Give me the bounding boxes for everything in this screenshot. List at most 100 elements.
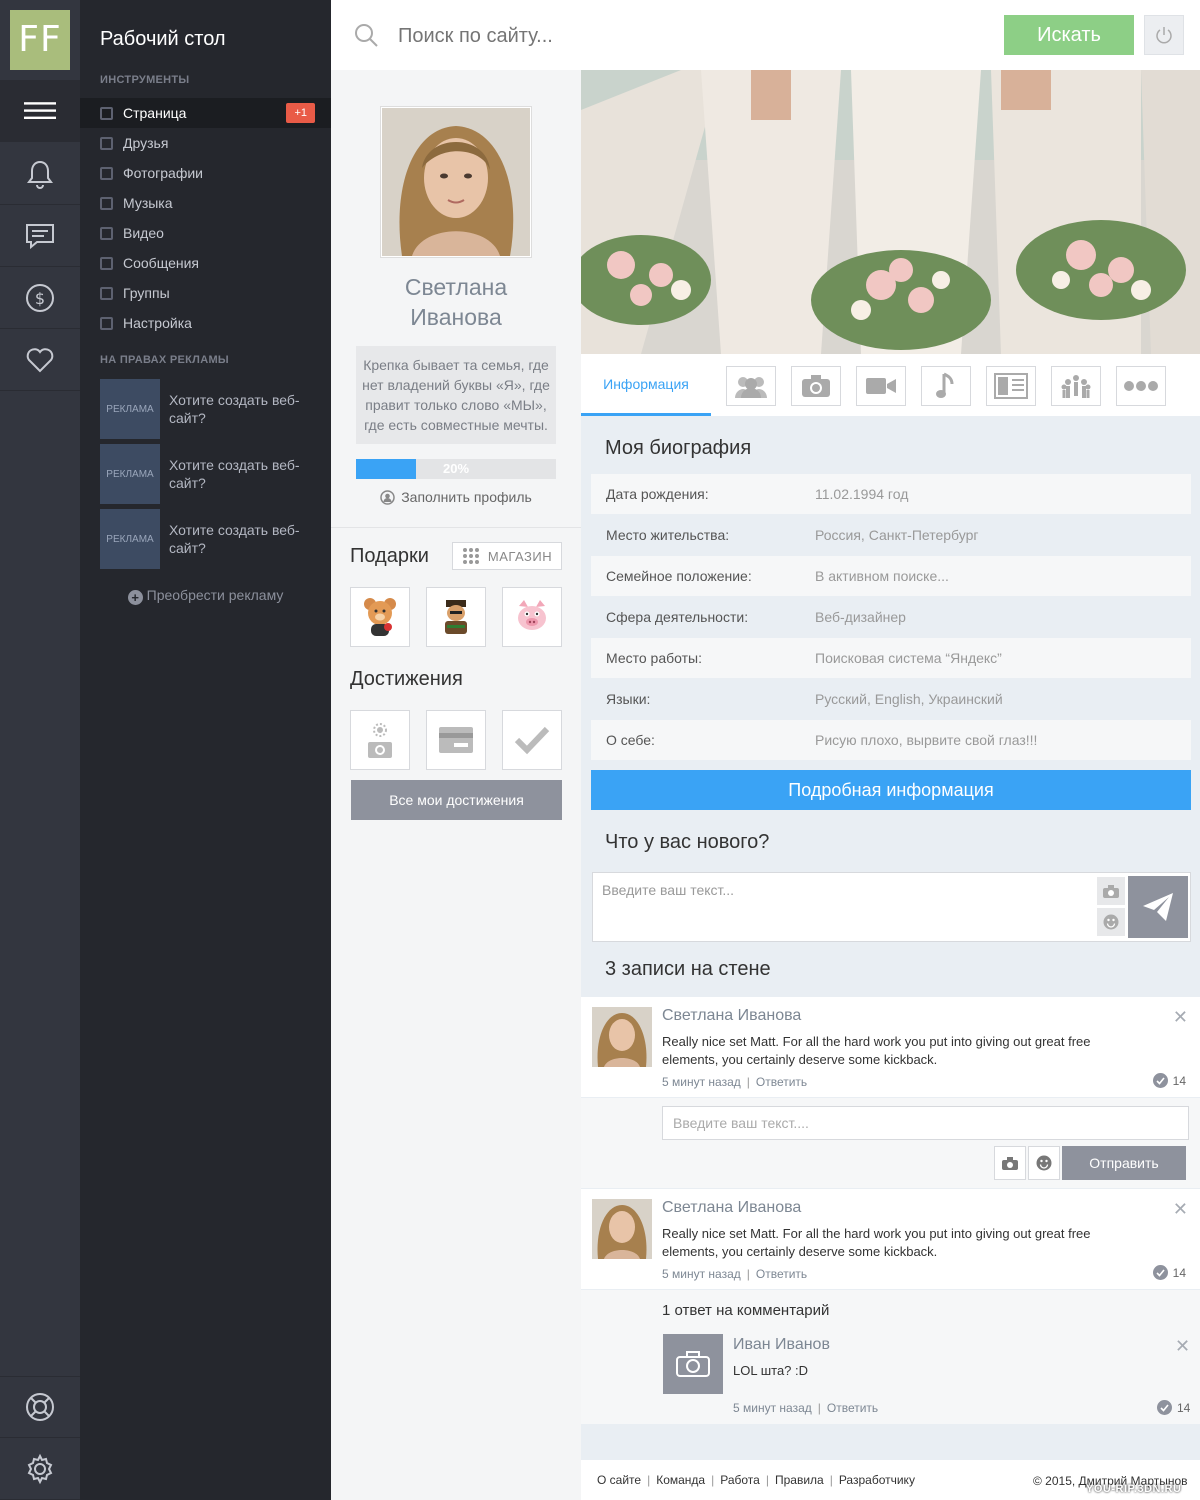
emoji-button[interactable] <box>1097 908 1125 936</box>
close-icon[interactable]: ✕ <box>1175 1336 1190 1357</box>
reply-input[interactable]: Введите ваш текст.... <box>662 1106 1189 1140</box>
logo[interactable]: FF <box>10 10 70 70</box>
footer-link-jobs[interactable]: Работа <box>720 1473 760 1487</box>
reply-attach-photo-button[interactable] <box>994 1146 1026 1180</box>
ad-text: Хотите создать веб-сайт? <box>169 457 300 491</box>
sidebar-item-label: Страница <box>123 105 187 121</box>
tab-music[interactable] <box>921 366 971 406</box>
smile-icon <box>1103 914 1119 930</box>
bio-row: Место работы: Поисковая система “Яндекс” <box>591 638 1191 678</box>
profile-last-name: Иванова <box>410 304 502 330</box>
post-send-button[interactable] <box>1128 876 1188 938</box>
profile-progress-bar: 20% <box>356 459 556 479</box>
reply-avatar[interactable] <box>663 1334 723 1394</box>
sidebar-item-friends[interactable]: Друзья <box>80 128 331 158</box>
footer-link-rules[interactable]: Правила <box>775 1473 824 1487</box>
replies-title: 1 ответ на комментарий <box>662 1302 830 1319</box>
close-icon[interactable]: ✕ <box>1173 1199 1188 1220</box>
sidebar-item-groups[interactable]: Группы <box>80 278 331 308</box>
ad-item[interactable]: РЕКЛАМА Хотите создать веб-сайт? <box>100 509 320 569</box>
help-button[interactable] <box>0 1376 80 1438</box>
fill-profile-link[interactable]: Заполнить профиль <box>331 489 581 505</box>
tab-video[interactable] <box>856 366 906 406</box>
tab-groups[interactable] <box>1051 366 1101 406</box>
all-achievements-button[interactable]: Все мои достижения <box>351 780 562 820</box>
notifications-button[interactable] <box>0 143 80 205</box>
paper-plane-icon <box>1143 893 1173 921</box>
buy-ad-link[interactable]: + Преобрести рекламу <box>80 587 331 605</box>
watermark: YOU-RIP.3DN.RU <box>1086 1483 1182 1495</box>
payments-button[interactable]: $ <box>0 267 80 329</box>
ads-section-label: НА ПРАВАХ РЕКЛАМЫ <box>100 354 229 366</box>
sidebar-item-label: Настройка <box>123 315 192 331</box>
achievement-item[interactable] <box>502 710 562 770</box>
ad-item[interactable]: РЕКЛАМА Хотите создать веб-сайт? <box>100 444 320 504</box>
profile-avatar[interactable] <box>380 106 532 258</box>
svg-text:$: $ <box>35 289 45 308</box>
footer-link-developers[interactable]: Разработчику <box>839 1473 915 1487</box>
bio-value: В активном поиске... <box>815 568 949 584</box>
reply-emoji-button[interactable] <box>1028 1146 1060 1180</box>
post-text: Really nice set Matt. For all the hard w… <box>662 1034 1091 1067</box>
shop-button[interactable]: МАГАЗИН <box>452 542 562 570</box>
bio-label: Языки: <box>606 691 651 707</box>
reply-link[interactable]: Ответить <box>756 1075 807 1089</box>
sidebar-item-music[interactable]: Музыка <box>80 188 331 218</box>
sidebar-item-photos[interactable]: Фотографии <box>80 158 331 188</box>
gear-icon <box>27 1453 53 1484</box>
ad-image: РЕКЛАМА <box>100 444 160 504</box>
likes[interactable]: 14 <box>1152 1265 1186 1280</box>
smile-icon <box>1036 1155 1052 1171</box>
close-icon[interactable]: ✕ <box>1173 1007 1188 1028</box>
gift-item[interactable] <box>350 587 410 647</box>
achievement-item[interactable] <box>426 710 486 770</box>
post-avatar[interactable] <box>592 1199 652 1259</box>
messages-button[interactable] <box>0 205 80 267</box>
check-circle-icon <box>1152 1265 1168 1280</box>
checkbox-icon <box>100 256 113 270</box>
reply-link[interactable]: Ответить <box>756 1267 807 1281</box>
lifebuoy-icon <box>26 1393 54 1421</box>
sidebar-item-settings[interactable]: Настройка <box>80 308 331 338</box>
logout-button[interactable] <box>1144 15 1184 55</box>
post-author[interactable]: Светлана Иванова <box>662 1199 801 1217</box>
chat-icon <box>26 223 54 249</box>
favorites-button[interactable] <box>0 329 80 391</box>
footer-link-team[interactable]: Команда <box>656 1473 705 1487</box>
gift-item[interactable] <box>502 587 562 647</box>
sidebar-item-video[interactable]: Видео <box>80 218 331 248</box>
separator: | <box>711 1473 715 1487</box>
tab-more[interactable] <box>1116 366 1166 406</box>
likes[interactable]: 14 <box>1152 1073 1186 1088</box>
cover-image <box>581 70 1200 354</box>
camera-icon <box>1002 1156 1018 1170</box>
ad-item[interactable]: РЕКЛАМА Хотите создать веб-сайт? <box>100 379 320 439</box>
post-avatar[interactable] <box>592 1007 652 1067</box>
bio-value: 11.02.1994 год <box>815 486 909 502</box>
sidebar-item-page[interactable]: Страница +1 <box>80 98 331 128</box>
tab-notes[interactable] <box>986 366 1036 406</box>
search-button[interactable]: Искать <box>1004 15 1134 55</box>
attach-photo-button[interactable] <box>1097 877 1125 905</box>
gift-item[interactable] <box>426 587 486 647</box>
achievement-item[interactable] <box>350 710 410 770</box>
more-info-button[interactable]: Подробная информация <box>591 770 1191 810</box>
post-author[interactable]: Светлана Иванова <box>662 1007 801 1025</box>
sidebar-item-label: Музыка <box>123 195 173 211</box>
likes[interactable]: 14 <box>1157 1400 1190 1415</box>
settings-button[interactable] <box>0 1438 80 1500</box>
reply-author[interactable]: Иван Иванов <box>733 1336 830 1354</box>
buy-ad-label: Преобрести рекламу <box>146 587 284 603</box>
sidebar-item-messages[interactable]: Сообщения <box>80 248 331 278</box>
tab-info[interactable]: Информация <box>581 354 711 416</box>
search-input[interactable] <box>398 20 978 52</box>
reply-link[interactable]: Ответить <box>827 1401 878 1415</box>
checkbox-icon <box>100 166 113 180</box>
footer-link-about[interactable]: О сайте <box>597 1473 641 1487</box>
tab-friends[interactable] <box>726 366 776 406</box>
send-button[interactable]: Отправить <box>1062 1146 1186 1180</box>
menu-button[interactable] <box>0 80 80 142</box>
pirate-icon <box>445 600 467 634</box>
tab-photos[interactable] <box>791 366 841 406</box>
bio-label: Сфера деятельности: <box>606 609 749 625</box>
